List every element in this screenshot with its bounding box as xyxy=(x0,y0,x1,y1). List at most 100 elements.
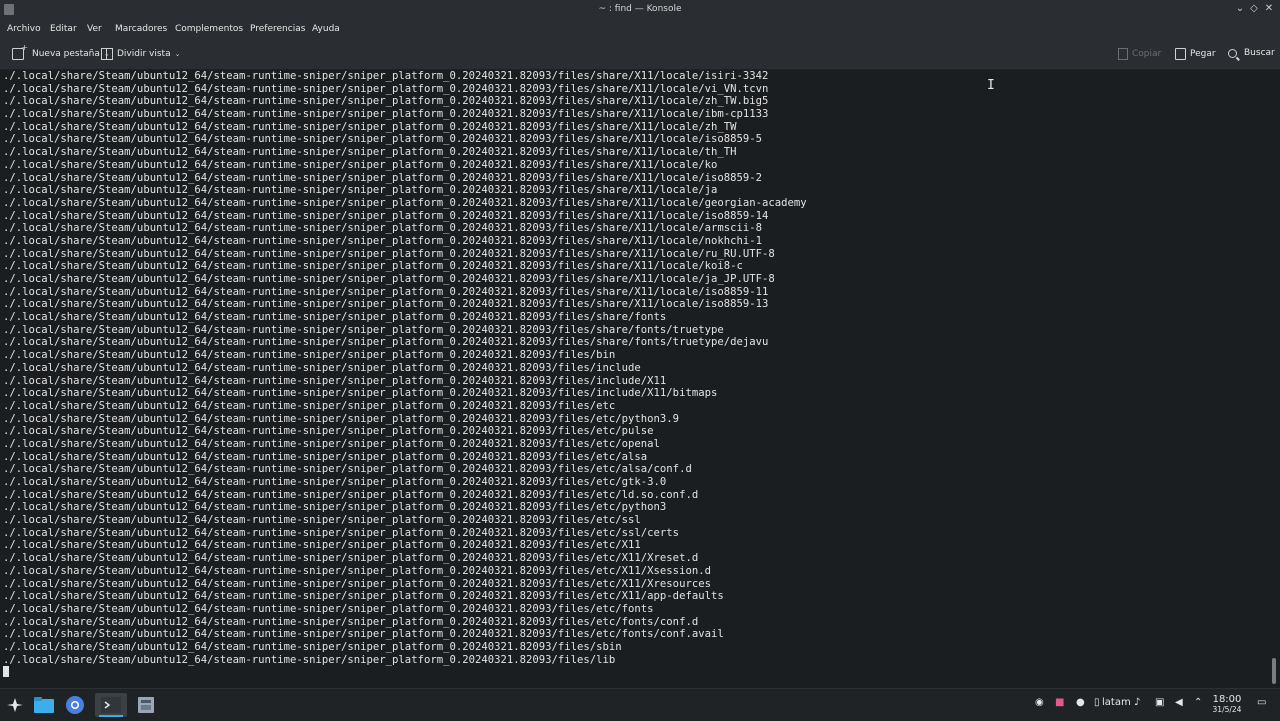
search-icon xyxy=(1228,48,1237,58)
terminal-line: ./.local/share/Steam/ubuntu12_64/steam-r… xyxy=(3,82,769,95)
terminal-line: ./.local/share/Steam/ubuntu12_64/steam-r… xyxy=(3,171,762,184)
menu-archivo[interactable]: Archivo xyxy=(7,24,41,34)
text-cursor xyxy=(3,666,9,677)
split-view-label: Dividir vista xyxy=(117,49,171,59)
terminal-line: ./.local/share/Steam/ubuntu12_64/steam-r… xyxy=(3,590,724,603)
notifications-icon[interactable]: ◉ xyxy=(1035,697,1044,708)
volume-icon[interactable]: ◀ xyxy=(1175,697,1183,708)
new-tab-label: Nueva pestaña xyxy=(32,49,100,59)
terminal-line: ./.local/share/Steam/ubuntu12_64/steam-r… xyxy=(3,70,769,82)
terminal-output: ./.local/share/Steam/ubuntu12_64/steam-r… xyxy=(3,70,807,666)
terminal-line: ./.local/share/Steam/ubuntu12_64/steam-r… xyxy=(3,298,769,311)
paste-icon xyxy=(1175,48,1186,60)
terminal-line: ./.local/share/Steam/ubuntu12_64/steam-r… xyxy=(3,615,699,628)
terminal-line: ./.local/share/Steam/ubuntu12_64/steam-r… xyxy=(3,247,775,260)
menu-bar: Archivo Editar Ver Marcadores Complement… xyxy=(0,20,1280,40)
close-icon[interactable]: ✕ xyxy=(1262,2,1276,16)
terminal-line: ./.local/share/Steam/ubuntu12_64/steam-r… xyxy=(3,488,699,501)
security-icon[interactable]: ■ xyxy=(1055,697,1064,708)
new-tab-icon xyxy=(12,43,28,60)
show-desktop-icon[interactable]: ▭ xyxy=(1257,697,1266,708)
terminal-line: ./.local/share/Steam/ubuntu12_64/steam-r… xyxy=(3,133,762,146)
terminal-line: ./.local/share/Steam/ubuntu12_64/steam-r… xyxy=(3,450,648,463)
ibeam-cursor-icon: I xyxy=(987,78,995,93)
audio-device-icon[interactable]: ♪ xyxy=(1134,697,1140,708)
menu-complementos[interactable]: Complementos xyxy=(175,24,243,34)
chevron-down-icon: ⌄ xyxy=(174,50,181,58)
terminal-line: ./.local/share/Steam/ubuntu12_64/steam-r… xyxy=(3,526,680,539)
maximize-icon[interactable]: ◇ xyxy=(1247,2,1261,16)
terminal-line: ./.local/share/Steam/ubuntu12_64/steam-r… xyxy=(3,158,718,171)
terminal-icon[interactable] xyxy=(95,693,127,717)
new-tab-button[interactable]: Nueva pestaña ⌄ xyxy=(12,43,110,60)
keyboard-layout[interactable]: latam xyxy=(1102,697,1131,708)
terminal-line: ./.local/share/Steam/ubuntu12_64/steam-r… xyxy=(3,273,775,285)
toolbar: Nueva pestaña ⌄ Dividir vista ⌄ Copiar P… xyxy=(0,40,1280,70)
network-icon[interactable]: ▣ xyxy=(1155,697,1164,708)
split-view-icon xyxy=(101,48,113,60)
terminal-line: ./.local/share/Steam/ubuntu12_64/steam-r… xyxy=(3,602,654,615)
terminal-line: ./.local/share/Steam/ubuntu12_64/steam-r… xyxy=(3,361,641,374)
terminal-line: ./.local/share/Steam/ubuntu12_64/steam-r… xyxy=(3,628,724,641)
clipboard-icon[interactable]: ▯ xyxy=(1094,697,1100,708)
scrollbar-thumb[interactable] xyxy=(1272,658,1276,684)
copy-label: Copiar xyxy=(1132,49,1162,59)
menu-ayuda[interactable]: Ayuda xyxy=(312,24,340,34)
split-view-button[interactable]: Dividir vista ⌄ xyxy=(101,48,180,60)
menu-ver[interactable]: Ver xyxy=(87,24,102,34)
search-label: Buscar xyxy=(1244,48,1275,58)
terminal-line: ./.local/share/Steam/ubuntu12_64/steam-r… xyxy=(3,120,737,133)
clock[interactable]: 18:00 31/5/24 xyxy=(1208,695,1246,715)
clock-date: 31/5/24 xyxy=(1212,705,1242,714)
search-button[interactable]: Buscar xyxy=(1228,48,1275,58)
terminal-line: ./.local/share/Steam/ubuntu12_64/steam-r… xyxy=(3,374,667,387)
terminal-line: ./.local/share/Steam/ubuntu12_64/steam-r… xyxy=(3,463,692,476)
terminal-line: ./.local/share/Steam/ubuntu12_64/steam-r… xyxy=(3,184,718,197)
file-manager-icon[interactable] xyxy=(31,693,57,717)
taskbar: ◉ ■ ● ▯ latam ♪ ▣ ◀ ⌃ 18:00 31/5/24 ▭ xyxy=(0,688,1280,721)
terminal-line: ./.local/share/Steam/ubuntu12_64/steam-r… xyxy=(3,209,769,222)
paste-label: Pegar xyxy=(1190,49,1216,59)
terminal-line: ./.local/share/Steam/ubuntu12_64/steam-r… xyxy=(3,260,743,273)
terminal-line: ./.local/share/Steam/ubuntu12_64/steam-r… xyxy=(3,95,769,108)
terminal-line: ./.local/share/Steam/ubuntu12_64/steam-r… xyxy=(3,146,737,159)
terminal-line: ./.local/share/Steam/ubuntu12_64/steam-r… xyxy=(3,387,718,400)
app-icon[interactable] xyxy=(133,693,159,717)
copy-icon xyxy=(1118,48,1128,60)
terminal-line: ./.local/share/Steam/ubuntu12_64/steam-r… xyxy=(3,514,641,527)
terminal-line: ./.local/share/Steam/ubuntu12_64/steam-r… xyxy=(3,349,616,362)
terminal-line: ./.local/share/Steam/ubuntu12_64/steam-r… xyxy=(3,222,762,235)
window-title: ~ : find — Konsole xyxy=(598,4,682,14)
copy-button[interactable]: Copiar xyxy=(1118,48,1161,60)
minimize-icon[interactable]: ⌄ xyxy=(1233,2,1247,16)
terminal-line: ./.local/share/Steam/ubuntu12_64/steam-r… xyxy=(3,501,667,514)
paste-button[interactable]: Pegar xyxy=(1175,48,1216,60)
terminal-line: ./.local/share/Steam/ubuntu12_64/steam-r… xyxy=(3,108,769,121)
terminal-line: ./.local/share/Steam/ubuntu12_64/steam-r… xyxy=(3,399,616,412)
terminal-line: ./.local/share/Steam/ubuntu12_64/steam-r… xyxy=(3,552,699,565)
terminal-line: ./.local/share/Steam/ubuntu12_64/steam-r… xyxy=(3,285,769,298)
brightness-icon[interactable]: ● xyxy=(1076,697,1085,708)
terminal-line: ./.local/share/Steam/ubuntu12_64/steam-r… xyxy=(3,323,724,336)
terminal-line: ./.local/share/Steam/ubuntu12_64/steam-r… xyxy=(3,653,616,666)
menu-preferencias[interactable]: Preferencias xyxy=(250,24,305,34)
scrollbar[interactable] xyxy=(1268,70,1280,688)
browser-icon[interactable] xyxy=(62,693,88,717)
terminal-line: ./.local/share/Steam/ubuntu12_64/steam-r… xyxy=(3,437,660,450)
terminal-line: ./.local/share/Steam/ubuntu12_64/steam-r… xyxy=(3,476,667,488)
title-bar: ~ : find — Konsole ⌄ ◇ ✕ xyxy=(0,0,1280,20)
application-launcher-icon[interactable] xyxy=(2,693,28,717)
terminal-line: ./.local/share/Steam/ubuntu12_64/steam-r… xyxy=(3,577,711,590)
terminal-line: ./.local/share/Steam/ubuntu12_64/steam-r… xyxy=(3,336,769,349)
terminal-line: ./.local/share/Steam/ubuntu12_64/steam-r… xyxy=(3,234,762,247)
terminal-line: ./.local/share/Steam/ubuntu12_64/steam-r… xyxy=(3,640,622,653)
terminal-view[interactable]: ./.local/share/Steam/ubuntu12_64/steam-r… xyxy=(0,70,1268,688)
terminal-line: ./.local/share/Steam/ubuntu12_64/steam-r… xyxy=(3,564,711,577)
terminal-line: ./.local/share/Steam/ubuntu12_64/steam-r… xyxy=(3,412,680,425)
terminal-line: ./.local/share/Steam/ubuntu12_64/steam-r… xyxy=(3,196,807,209)
terminal-line: ./.local/share/Steam/ubuntu12_64/steam-r… xyxy=(3,425,654,438)
chevron-up-icon[interactable]: ⌃ xyxy=(1194,697,1202,708)
menu-editar[interactable]: Editar xyxy=(50,24,77,34)
menu-marcadores[interactable]: Marcadores xyxy=(115,24,167,34)
terminal-line: ./.local/share/Steam/ubuntu12_64/steam-r… xyxy=(3,539,641,552)
